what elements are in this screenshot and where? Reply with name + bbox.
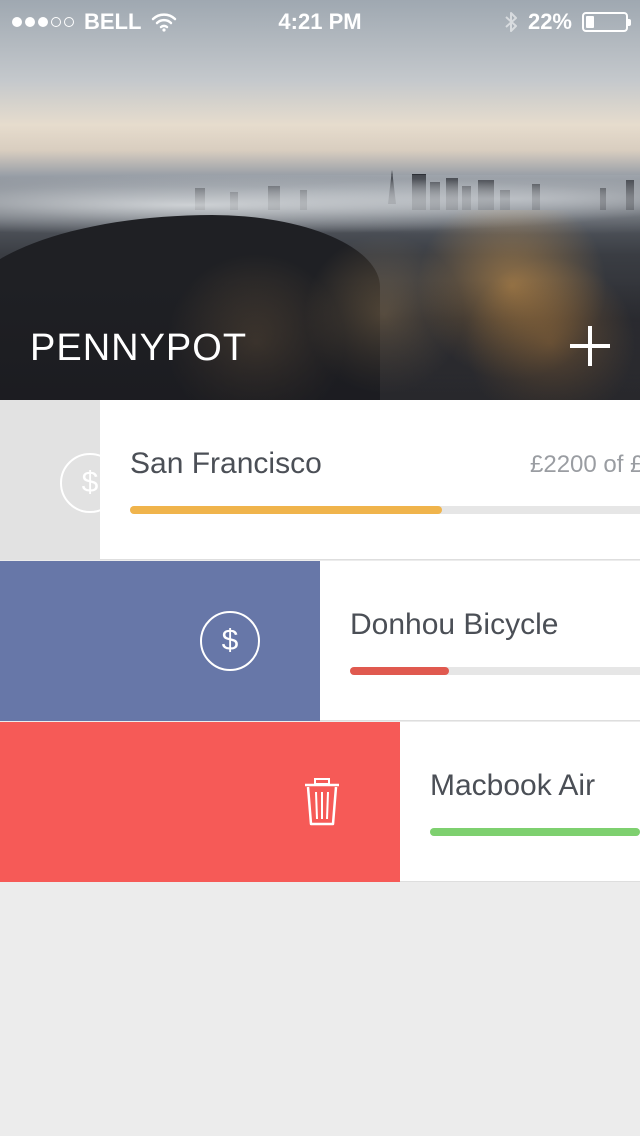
plus-icon[interactable] bbox=[566, 322, 614, 370]
goal-amount: £2200 of £ bbox=[530, 451, 640, 478]
app-title: PENNYPOT bbox=[30, 327, 248, 369]
progress-bar bbox=[130, 506, 442, 514]
goal-row-san-francisco[interactable]: $ San Francisco £2200 of £ bbox=[0, 400, 640, 560]
goal-row-donhou-bicycle[interactable]: $ Donhou Bicycle bbox=[0, 561, 640, 721]
battery-percent: 22% bbox=[527, 9, 572, 34]
deposit-action[interactable]: $ bbox=[0, 400, 120, 560]
dollar-icon[interactable]: $ bbox=[200, 611, 260, 671]
battery-icon bbox=[582, 12, 631, 32]
goal-card[interactable]: San Francisco £2200 of £ bbox=[100, 400, 640, 560]
battery-level bbox=[586, 16, 594, 28]
progress-bar bbox=[430, 828, 640, 836]
status-right: 22% bbox=[504, 9, 631, 35]
trash-icon[interactable] bbox=[303, 777, 341, 827]
bluetooth-icon bbox=[505, 12, 517, 32]
progress-track bbox=[130, 506, 640, 514]
goal-name: Macbook Air bbox=[430, 769, 596, 802]
delete-action[interactable] bbox=[0, 722, 400, 882]
deposit-action[interactable]: $ bbox=[0, 561, 320, 721]
dollar-glyph: $ bbox=[221, 624, 239, 657]
goal-row-macbook-air[interactable]: Macbook Air bbox=[0, 722, 640, 882]
progress-track bbox=[350, 667, 640, 675]
goal-card[interactable]: Macbook Air bbox=[400, 722, 640, 882]
goal-name: Donhou Bicycle bbox=[350, 608, 559, 641]
dollar-glyph: $ bbox=[81, 466, 99, 499]
goal-name: San Francisco bbox=[130, 447, 322, 480]
goal-card[interactable]: Donhou Bicycle bbox=[320, 561, 640, 721]
status-bar: BELL 4:21 PM 22% bbox=[0, 0, 640, 40]
progress-bar bbox=[350, 667, 449, 675]
progress-track bbox=[430, 828, 640, 836]
